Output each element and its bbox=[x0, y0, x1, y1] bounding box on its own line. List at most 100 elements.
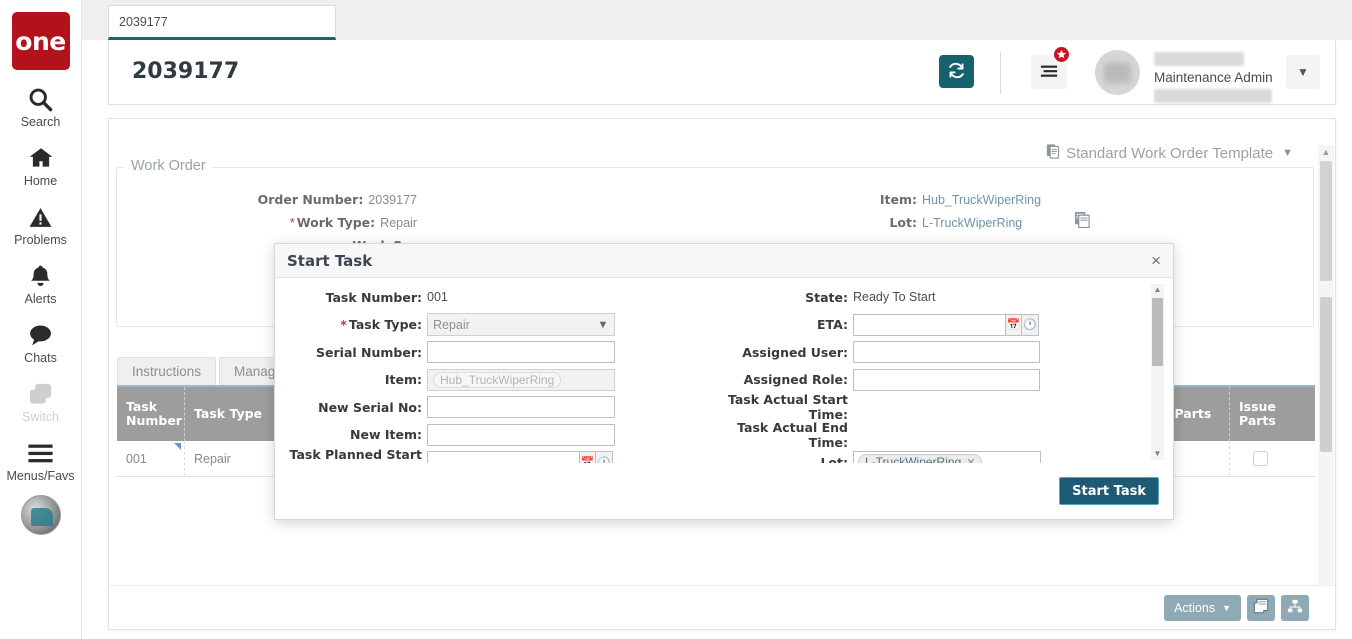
user-avatar[interactable] bbox=[1095, 50, 1140, 95]
field-label: Order Number: bbox=[258, 192, 364, 207]
rail-label-search: Search bbox=[21, 115, 61, 129]
eta-input[interactable] bbox=[853, 314, 1005, 336]
calendar-icon[interactable]: 📅 bbox=[579, 451, 596, 463]
rail-item-switch[interactable]: Switch bbox=[0, 379, 82, 424]
start-task-modal: Start Task × Task Number: 001 *Task Type… bbox=[274, 243, 1174, 520]
org-chart-icon bbox=[1287, 599, 1303, 617]
tab-instructions[interactable]: Instructions bbox=[117, 357, 216, 385]
one-network-logo[interactable]: one bbox=[12, 12, 70, 70]
hierarchy-button[interactable] bbox=[1281, 595, 1309, 621]
scroll-up-arrow-icon[interactable]: ▲ bbox=[1318, 145, 1334, 159]
field-value[interactable]: Hub_TruckWiperRing bbox=[922, 193, 1041, 207]
logo-text: one bbox=[15, 27, 65, 56]
field-label: Serial Number: bbox=[275, 345, 427, 360]
user-role-label: Maintenance Admin bbox=[1154, 70, 1273, 85]
list-menu-icon bbox=[1040, 64, 1058, 81]
rail-label-switch: Switch bbox=[22, 410, 59, 424]
field-work-type: * Work Type: Repair bbox=[117, 215, 417, 230]
rail-item-problems[interactable]: Problems bbox=[0, 202, 82, 247]
panel-vscroll-thumb[interactable] bbox=[1320, 161, 1332, 281]
field-value: 001 bbox=[427, 290, 448, 304]
new-item-input[interactable] bbox=[427, 424, 615, 446]
task-type-select[interactable]: Repair ▼ bbox=[427, 313, 615, 336]
select-value: Repair bbox=[433, 318, 470, 332]
close-icon[interactable]: × bbox=[1151, 252, 1161, 269]
modal-field-new-serial-no: New Serial No: bbox=[275, 395, 623, 419]
assigned-role-input[interactable] bbox=[853, 369, 1040, 391]
field-value: Repair bbox=[380, 216, 417, 230]
copy-document-button[interactable] bbox=[1247, 595, 1275, 621]
rail-label-menus-favs: Menus/Favs bbox=[6, 469, 74, 483]
rail-item-alerts[interactable]: Alerts bbox=[0, 261, 82, 306]
scroll-down-arrow-icon[interactable]: ▼ bbox=[1151, 448, 1164, 460]
field-value[interactable]: L-TruckWiperRing bbox=[922, 216, 1022, 230]
rail-item-chats[interactable]: Chats bbox=[0, 320, 82, 365]
modal-field-lot: Lot: L-TruckWiperRing ✕ bbox=[695, 450, 1155, 463]
search-icon bbox=[27, 84, 54, 114]
field-lot: Lot: L-TruckWiperRing bbox=[757, 215, 1022, 230]
copy-icon[interactable] bbox=[1074, 211, 1091, 231]
assigned-user-input[interactable] bbox=[853, 341, 1040, 363]
actions-button[interactable]: Actions ▼ bbox=[1164, 595, 1241, 621]
field-label: Assigned User: bbox=[695, 345, 853, 360]
start-task-button-label: Start Task bbox=[1072, 484, 1146, 499]
column-header-issue-parts[interactable]: Issue Parts bbox=[1230, 387, 1290, 441]
global-nav-rail: one Search Home Problems Alerts bbox=[0, 0, 82, 639]
rail-label-home: Home bbox=[24, 174, 57, 188]
refresh-icon bbox=[947, 61, 966, 83]
lot-token-label: L-TruckWiperRing bbox=[865, 455, 961, 463]
modal-header: Start Task × bbox=[275, 244, 1173, 278]
cell-task-number[interactable]: 001 bbox=[117, 441, 185, 476]
home-icon bbox=[27, 143, 55, 173]
field-label: Assigned Role: bbox=[695, 372, 853, 387]
modal-field-item: Item: Hub_TruckWiperRing bbox=[275, 368, 623, 392]
tab-label: Instructions bbox=[132, 364, 201, 379]
modal-field-assigned-role: Assigned Role: bbox=[695, 368, 1155, 392]
rail-item-search[interactable]: Search bbox=[0, 84, 82, 129]
column-header-task-number[interactable]: Task Number bbox=[117, 387, 185, 441]
header-divider bbox=[1000, 52, 1001, 94]
work-order-template-selector[interactable]: Standard Work Order Template ▼ bbox=[1046, 143, 1293, 163]
scroll-up-arrow-icon[interactable]: ▲ bbox=[1151, 284, 1164, 296]
modal-field-state: State: Ready To Start bbox=[695, 285, 1155, 309]
rail-user-avatar[interactable] bbox=[21, 495, 61, 535]
chevron-down-icon: ▼ bbox=[1297, 65, 1309, 79]
refresh-button[interactable] bbox=[939, 55, 974, 88]
serial-number-input[interactable] bbox=[427, 341, 615, 363]
modal-field-serial-number: Serial Number: bbox=[275, 340, 623, 364]
cell-issue-parts[interactable] bbox=[1230, 441, 1290, 476]
rail-label-problems: Problems bbox=[14, 233, 67, 247]
rail-item-menus-favs[interactable]: Menus/Favs bbox=[0, 438, 82, 483]
field-item: Item: Hub_TruckWiperRing bbox=[757, 192, 1041, 207]
start-task-button[interactable]: Start Task bbox=[1059, 477, 1159, 505]
new-serial-no-input[interactable] bbox=[427, 396, 615, 418]
document-tab-2039177[interactable]: 2039177 bbox=[108, 5, 336, 40]
clock-icon[interactable]: 🕐 bbox=[596, 451, 613, 463]
lot-token-input[interactable]: L-TruckWiperRing ✕ bbox=[853, 451, 1041, 464]
item-readonly-field: Hub_TruckWiperRing bbox=[427, 369, 615, 391]
modal-right-column: State: Ready To Start ETA: 📅 🕐 Assigned … bbox=[695, 285, 1155, 463]
modal-vscroll-thumb[interactable] bbox=[1152, 298, 1163, 366]
document-tab-strip: 2039177 bbox=[82, 0, 1352, 40]
panel-vertical-scrollbar[interactable]: ▲ bbox=[1318, 145, 1334, 589]
clock-icon[interactable]: 🕐 bbox=[1022, 314, 1039, 336]
modal-field-eta: ETA: 📅 🕐 bbox=[695, 313, 1155, 337]
remove-token-icon[interactable]: ✕ bbox=[966, 456, 975, 464]
field-label: ETA: bbox=[695, 317, 853, 332]
issue-parts-checkbox[interactable] bbox=[1253, 451, 1268, 466]
calendar-icon[interactable]: 📅 bbox=[1005, 314, 1022, 336]
user-menu-caret-button[interactable]: ▼ bbox=[1286, 55, 1320, 89]
field-label: Task Actual End Time: bbox=[695, 420, 853, 450]
field-label: New Serial No: bbox=[275, 400, 427, 415]
page-title: 2039177 bbox=[132, 59, 239, 84]
modal-vertical-scrollbar[interactable]: ▲ ▼ bbox=[1151, 284, 1164, 460]
task-planned-start-time-input[interactable] bbox=[427, 451, 579, 463]
field-value: 2039177 bbox=[368, 193, 417, 207]
field-label: Work Type: bbox=[297, 215, 375, 230]
field-label: Lot: bbox=[757, 215, 917, 230]
panel-vscroll-thumb-secondary[interactable] bbox=[1320, 297, 1332, 452]
panel-action-bar: Actions ▼ bbox=[109, 585, 1335, 629]
column-label: Task Number bbox=[126, 400, 182, 429]
field-label: Item: bbox=[757, 192, 917, 207]
rail-item-home[interactable]: Home bbox=[0, 143, 82, 188]
